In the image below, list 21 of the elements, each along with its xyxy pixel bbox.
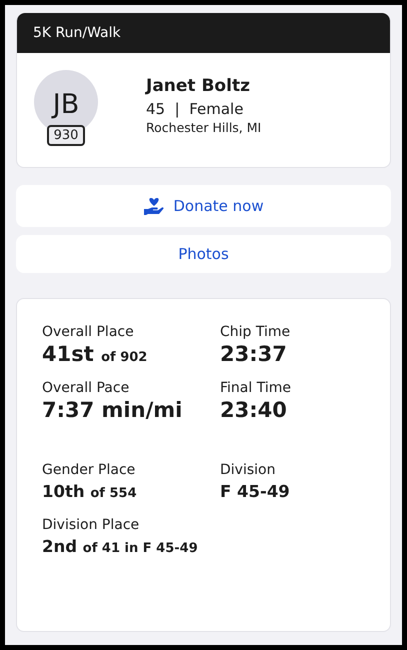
stat-value: 41st of 902 xyxy=(42,342,148,366)
stat-value: 10th of 554 xyxy=(42,482,138,501)
stat-label: Chip Time xyxy=(220,324,292,340)
stat-label: Final Time xyxy=(220,380,292,396)
stat-label: Division xyxy=(220,462,276,478)
event-title: 5K Run/Walk xyxy=(17,13,390,53)
stat-value: 7:37 min/mi xyxy=(42,398,184,422)
donate-button[interactable]: Donate now xyxy=(16,185,391,227)
stat-value: 23:40 xyxy=(220,398,288,422)
participant-name: Janet Boltz xyxy=(146,76,251,96)
heart-in-hand-icon xyxy=(143,197,166,215)
stat-label: Overall Place xyxy=(42,324,135,340)
stat-value: 2nd of 41 in F 45-49 xyxy=(42,537,199,556)
stat-label: Division Place xyxy=(42,517,140,533)
participant-location: Rochester Hills, MI xyxy=(146,120,262,135)
stat-label: Gender Place xyxy=(42,462,136,478)
stat-value: 23:37 xyxy=(220,342,288,366)
age-gender: 45 | Female xyxy=(146,100,244,118)
stat-label: Overall Pace xyxy=(42,380,130,396)
photos-button[interactable]: Photos xyxy=(16,235,391,273)
stat-value: F 45-49 xyxy=(220,482,291,501)
